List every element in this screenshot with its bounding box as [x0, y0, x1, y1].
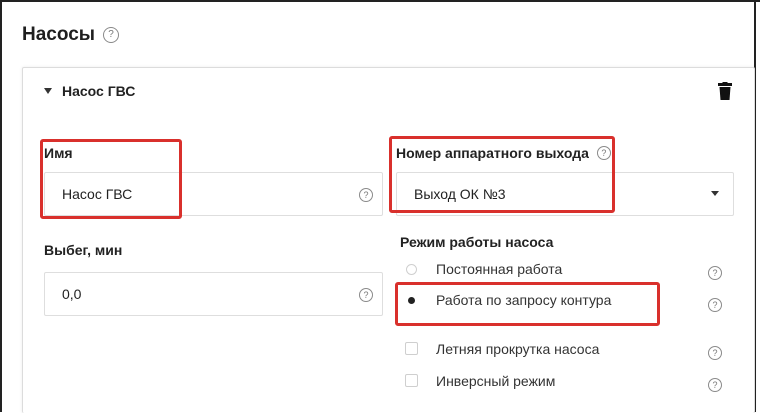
help-icon[interactable]: ?: [359, 288, 373, 302]
runout-label: Выбег, мин: [44, 242, 123, 258]
output-label: Номер аппаратного выхода: [396, 145, 589, 161]
section-title: Насосы ?: [22, 24, 120, 46]
pump-mode-label: Режим работы насоса: [400, 234, 554, 250]
output-select[interactable]: Выход ОК №3: [396, 172, 734, 216]
runout-input-value: 0,0: [62, 286, 82, 302]
output-select-value: Выход ОК №3: [414, 186, 506, 202]
help-icon[interactable]: ?: [103, 27, 120, 43]
frame-left-border: [0, 0, 2, 412]
help-icon[interactable]: ?: [708, 378, 722, 392]
section-title-text: Насосы: [22, 24, 96, 45]
radio-constant-label[interactable]: Постоянная работа: [436, 261, 562, 277]
radio-on-demand[interactable]: [406, 295, 417, 306]
output-label-row: Номер аппаратного выхода ?: [396, 145, 611, 161]
card-header[interactable]: Насос ГВС: [44, 83, 135, 99]
help-icon[interactable]: ?: [359, 188, 373, 202]
checkbox-summer-spin[interactable]: [405, 342, 418, 355]
radio-on-demand-label[interactable]: Работа по запросу контура: [436, 292, 611, 308]
chevron-down-icon: [711, 191, 719, 196]
name-label: Имя: [44, 145, 73, 161]
help-icon[interactable]: ?: [708, 346, 722, 360]
checkbox-inverse-label[interactable]: Инверсный режим: [436, 373, 555, 389]
name-input-value: Насос ГВС: [62, 186, 133, 202]
checkbox-summer-spin-label[interactable]: Летняя прокрутка насоса: [436, 341, 599, 357]
trash-icon[interactable]: [718, 82, 732, 100]
card-title: Насос ГВС: [62, 83, 136, 99]
help-icon[interactable]: ?: [596, 146, 611, 160]
caret-down-icon[interactable]: [44, 88, 52, 94]
runout-input[interactable]: 0,0 ?: [44, 272, 383, 316]
frame-top-border: [0, 0, 760, 2]
pump-card: [22, 67, 755, 413]
name-input[interactable]: Насос ГВС ?: [44, 172, 383, 216]
radio-constant[interactable]: [406, 264, 417, 275]
checkbox-inverse[interactable]: [405, 374, 418, 387]
help-icon[interactable]: ?: [708, 298, 722, 312]
help-icon[interactable]: ?: [708, 266, 722, 280]
